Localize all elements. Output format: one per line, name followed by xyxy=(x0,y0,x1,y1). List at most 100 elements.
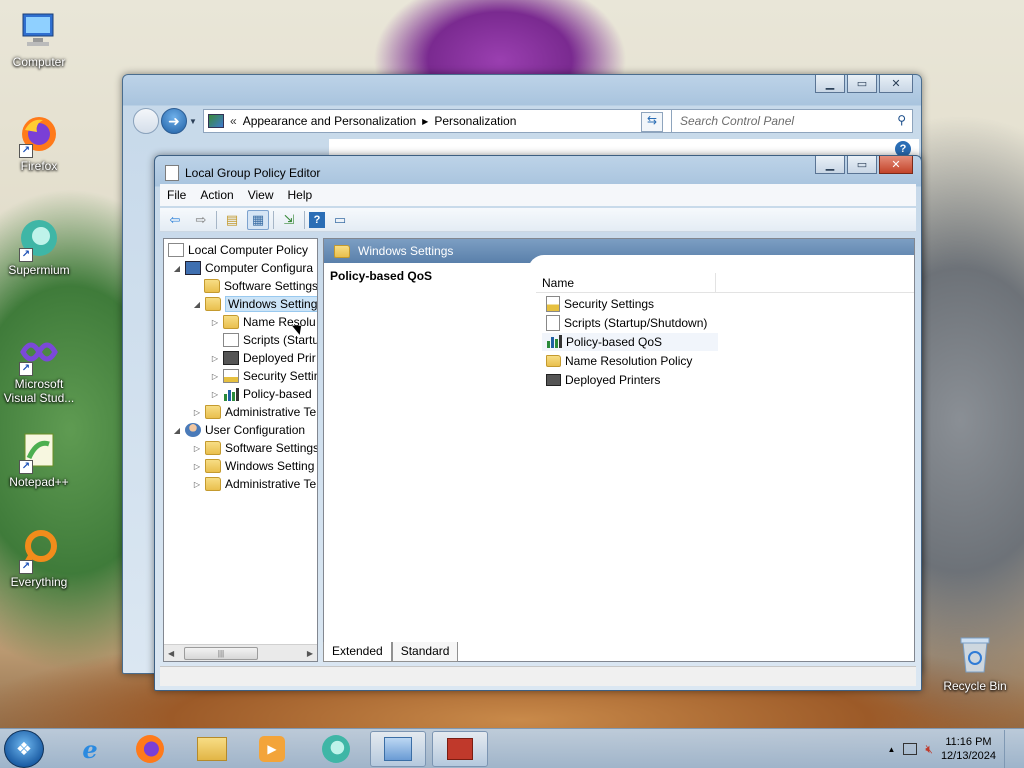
header-curve xyxy=(528,255,914,275)
properties-icon[interactable]: ▭ xyxy=(329,210,351,230)
desktop-icon-computer[interactable]: Computer xyxy=(4,8,74,69)
maximize-button[interactable]: ▭ xyxy=(847,156,877,174)
column-name-header[interactable]: Name xyxy=(536,273,716,292)
close-button[interactable]: ✕ xyxy=(879,156,913,174)
network-icon[interactable] xyxy=(903,743,918,755)
tab-standard[interactable]: Standard xyxy=(391,642,459,662)
tree-item-local-computer-policy[interactable]: Local Computer Policy xyxy=(168,241,308,259)
firefox-icon: ↗ xyxy=(17,112,61,158)
list-item-name-resolution[interactable]: Name Resolution Policy xyxy=(542,352,696,370)
expand-arrow-icon[interactable]: ▷ xyxy=(210,390,220,399)
clock-time: 11:16 PM xyxy=(945,736,992,748)
breadcrumb-personalization[interactable]: Personalization xyxy=(434,114,516,128)
tree-item-computer-configuration[interactable]: ◢ Computer Configura xyxy=(172,259,313,277)
folder-icon xyxy=(334,244,350,258)
taskbar-internet-explorer[interactable]: e xyxy=(62,731,118,767)
start-button[interactable]: ❖ xyxy=(4,730,44,768)
expand-arrow-icon[interactable]: ▷ xyxy=(210,318,220,327)
forward-arrow-icon[interactable]: ⇨ xyxy=(190,210,212,230)
details-pane[interactable]: Windows Settings Policy-based QoS Name S… xyxy=(323,238,915,662)
help-icon[interactable]: ? xyxy=(309,211,325,228)
taskbar-explorer[interactable] xyxy=(184,731,240,767)
taskbar-control-panel[interactable] xyxy=(370,731,426,767)
back-button[interactable] xyxy=(133,108,159,134)
column-empty-header xyxy=(716,273,728,292)
tree-item-policy-based-qos[interactable]: ▷ Policy-based xyxy=(210,385,312,403)
desktop-icon-firefox[interactable]: ↗ Firefox xyxy=(4,112,74,173)
desktop-icon-supermium[interactable]: ↗ Supermium xyxy=(4,216,74,277)
recent-pages-dropdown-icon[interactable]: ▼ xyxy=(189,117,197,126)
search-icon[interactable]: ⚲ xyxy=(897,113,906,127)
collapse-arrow-icon[interactable]: ◢ xyxy=(172,264,182,273)
tab-extended[interactable]: Extended xyxy=(323,642,392,662)
supermium-icon: ↗ xyxy=(17,216,61,262)
search-input[interactable]: Search Control Panel ⚲ xyxy=(671,109,913,133)
tree-item-administrative-templates[interactable]: ▷ Administrative Te xyxy=(192,403,316,421)
maximize-button[interactable]: ▭ xyxy=(847,75,877,93)
shortcut-arrow-icon: ↗ xyxy=(19,560,33,574)
desktop-icon-everything[interactable]: ↗ Everything xyxy=(4,528,74,589)
expand-arrow-icon[interactable]: ▷ xyxy=(210,354,220,363)
console-tree[interactable]: Local Computer Policy ◢ Computer Configu… xyxy=(163,238,318,662)
scroll-right-icon[interactable]: ▶ xyxy=(307,649,313,658)
show-desktop-button[interactable] xyxy=(1004,730,1014,768)
volume-muted-icon[interactable]: 🔇︎ xyxy=(925,742,933,757)
tree-item-user-windows-settings[interactable]: ▷ Windows Setting xyxy=(192,457,314,475)
tree-item-deployed-printers[interactable]: ▷ Deployed Prir xyxy=(210,349,316,367)
close-button[interactable]: ✕ xyxy=(879,75,913,93)
group-policy-editor-window[interactable]: Local Group Policy Editor ▁ ▭ ✕ File Act… xyxy=(154,155,922,691)
scrollbar-thumb[interactable]: ||| xyxy=(184,646,258,660)
qos-chart-icon xyxy=(546,334,562,351)
taskbar-supermium[interactable] xyxy=(308,731,364,767)
tree-item-security-settings[interactable]: ▷ Security Settin xyxy=(210,367,317,385)
menu-file[interactable]: File xyxy=(160,184,193,206)
desktop-icon-notepadpp[interactable]: ↗ Notepad++ xyxy=(4,428,74,489)
forward-button[interactable]: ➜ xyxy=(161,108,187,134)
desktop-icon-recycle-bin[interactable]: Recycle Bin xyxy=(940,632,1010,693)
show-hide-tree-icon[interactable]: ▦ xyxy=(247,209,269,230)
expand-arrow-icon[interactable]: ▷ xyxy=(210,372,220,381)
taskbar-group-policy-editor[interactable] xyxy=(432,731,488,767)
tree-horizontal-scrollbar[interactable]: ◀ ||| ▶ xyxy=(164,644,317,661)
taskbar-media-player[interactable]: ▶ xyxy=(244,731,300,767)
collapse-arrow-icon[interactable]: ◢ xyxy=(192,300,202,309)
desktop-icon-visual-studio[interactable]: ↗ Microsoft Visual Stud... xyxy=(4,330,74,405)
tree-item-user-administrative-templates[interactable]: ▷ Administrative Te xyxy=(192,475,316,493)
security-icon xyxy=(223,369,239,383)
clock[interactable]: 11:16 PM 12/13/2024 xyxy=(941,735,996,763)
expand-arrow-icon[interactable]: ▷ xyxy=(192,462,202,471)
scroll-left-icon[interactable]: ◀ xyxy=(168,649,174,658)
show-hidden-icons-icon[interactable]: ▲ xyxy=(887,745,895,754)
list-item-security-settings[interactable]: Security Settings xyxy=(542,295,658,313)
back-arrow-icon[interactable]: ⇦ xyxy=(164,210,186,230)
list-item-deployed-printers[interactable]: Deployed Printers xyxy=(542,371,664,389)
collapse-arrow-icon[interactable]: ◢ xyxy=(172,426,182,435)
expand-arrow-icon[interactable]: ▷ xyxy=(192,408,202,417)
gpedit-app-icon xyxy=(165,165,179,181)
tree-item-scripts[interactable]: Scripts (Startu xyxy=(223,331,317,349)
breadcrumb-prefix[interactable]: « xyxy=(230,114,237,128)
scripts-icon xyxy=(546,315,560,331)
breadcrumb-appearance[interactable]: Appearance and Personalization xyxy=(243,114,416,128)
taskbar-firefox[interactable] xyxy=(122,731,178,767)
menu-help[interactable]: Help xyxy=(281,184,320,206)
minimize-button[interactable]: ▁ xyxy=(815,75,845,93)
control-panel-icon xyxy=(208,114,224,128)
refresh-icon[interactable]: ⇆ xyxy=(641,112,663,132)
menu-action[interactable]: Action xyxy=(193,184,240,206)
list-item-policy-based-qos[interactable]: Policy-based QoS xyxy=(542,333,718,351)
menu-view[interactable]: View xyxy=(241,184,281,206)
list-item-scripts[interactable]: Scripts (Startup/Shutdown) xyxy=(542,314,711,332)
expand-arrow-icon[interactable]: ▷ xyxy=(192,480,202,489)
up-folder-icon[interactable]: ▤ xyxy=(221,210,243,230)
toolbar-separator xyxy=(273,210,274,229)
tree-item-user-software-settings[interactable]: ▷ Software Settings xyxy=(192,439,317,457)
tree-item-windows-settings[interactable]: ◢ Windows Setting xyxy=(192,295,317,313)
list-item-label: Name Resolution Policy xyxy=(565,354,693,368)
tree-item-user-configuration[interactable]: ◢ User Configuration xyxy=(172,421,305,439)
expand-arrow-icon[interactable]: ▷ xyxy=(192,444,202,453)
tree-item-software-settings[interactable]: Software Settings xyxy=(204,277,317,295)
file-explorer-icon xyxy=(197,737,227,761)
export-list-icon[interactable]: ⇲ xyxy=(278,210,300,230)
minimize-button[interactable]: ▁ xyxy=(815,156,845,174)
